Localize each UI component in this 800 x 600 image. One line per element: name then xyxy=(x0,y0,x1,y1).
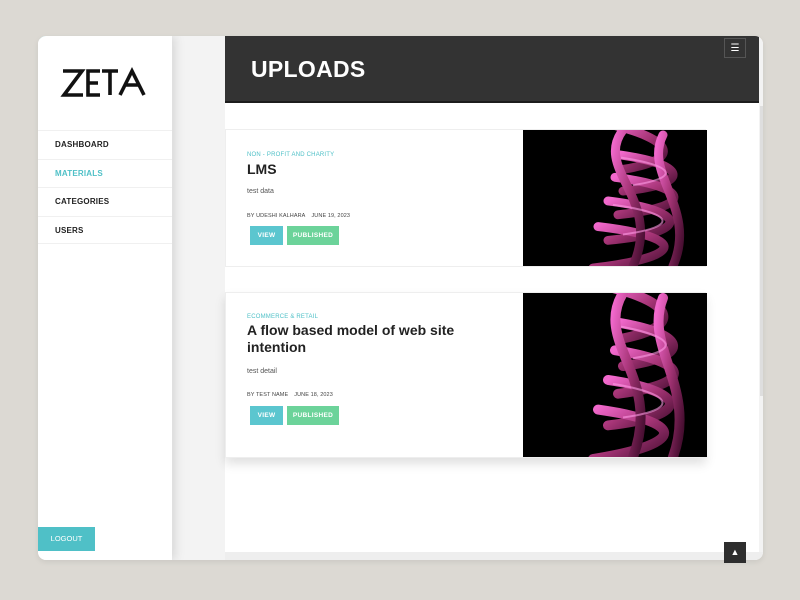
upload-card: NON - PROFIT AND CHARITY LMS test data B… xyxy=(225,129,707,267)
card-category[interactable]: ECOMMERCE & RETAIL xyxy=(247,314,318,320)
card-title[interactable]: LMS xyxy=(247,161,507,178)
main-area: UPLOADS ☰ NON - PROFIT AND CHARITY LMS t… xyxy=(172,36,763,560)
abstract-3d-art-image xyxy=(523,130,707,266)
view-button[interactable]: VIEW xyxy=(250,226,283,245)
sidebar-item-users[interactable]: USERS xyxy=(38,215,172,244)
card-date: JUNE 19, 2023 xyxy=(311,213,351,219)
hamburger-icon[interactable]: ☰ xyxy=(724,38,746,58)
sidebar-item-materials[interactable]: MATERIALS xyxy=(38,158,172,188)
card-description: test detail xyxy=(247,368,277,375)
app-window: DASHBOARD MATERIALS CATEGORIES USERS LOG… xyxy=(38,36,763,560)
card-meta: BY TEST NAME JUNE 18, 2023 xyxy=(247,392,333,398)
card-author: BY UDESHI KALHARA xyxy=(247,213,306,219)
card-thumbnail[interactable] xyxy=(523,130,707,266)
published-badge[interactable]: PUBLISHED xyxy=(287,226,339,245)
page-header: UPLOADS ☰ xyxy=(225,36,759,103)
card-date: JUNE 18, 2023 xyxy=(294,392,333,398)
view-button[interactable]: VIEW xyxy=(250,406,283,425)
abstract-3d-art-image xyxy=(523,293,707,457)
card-meta: BY UDESHI KALHARA JUNE 19, 2023 xyxy=(247,213,350,219)
sidebar-item-dashboard[interactable]: DASHBOARD xyxy=(38,130,172,159)
card-description: test data xyxy=(247,188,274,195)
uploads-content: UPLOADS ☰ NON - PROFIT AND CHARITY LMS t… xyxy=(225,36,759,552)
card-thumbnail[interactable] xyxy=(523,293,707,457)
sidebar: DASHBOARD MATERIALS CATEGORIES USERS LOG… xyxy=(38,36,172,560)
logout-button[interactable]: LOGOUT xyxy=(38,527,95,551)
card-category[interactable]: NON - PROFIT AND CHARITY xyxy=(247,152,334,158)
sidebar-item-categories[interactable]: CATEGORIES xyxy=(38,187,172,216)
chevron-up-icon[interactable]: ▲ xyxy=(724,542,746,563)
footer-strip xyxy=(225,552,763,560)
zeta-logo xyxy=(60,66,146,97)
card-author: BY TEST NAME xyxy=(247,392,289,398)
sidebar-nav: DASHBOARD MATERIALS CATEGORIES USERS xyxy=(38,130,172,244)
published-badge[interactable]: PUBLISHED xyxy=(287,406,339,425)
upload-card: ECOMMERCE & RETAIL A flow based model of… xyxy=(225,292,707,458)
scrollbar[interactable] xyxy=(760,106,763,396)
card-title[interactable]: A flow based model of web site intention xyxy=(247,322,507,356)
page-title: UPLOADS xyxy=(251,56,366,82)
